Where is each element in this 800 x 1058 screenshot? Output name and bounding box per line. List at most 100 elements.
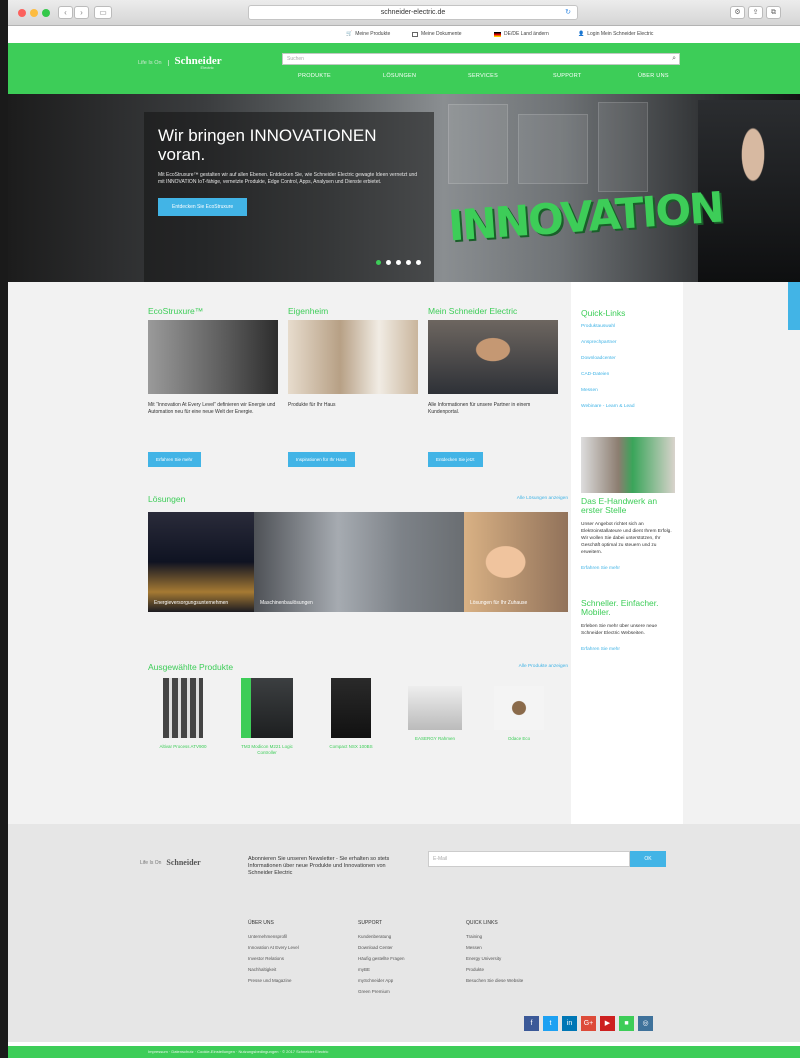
footer-link[interactable]: Unternehmensprofil (248, 934, 299, 939)
footer-link[interactable]: Innovation At Every Level (248, 945, 299, 950)
card-text: Alle Informationen für unsere Partner in… (428, 402, 531, 415)
share-icon[interactable]: ⇪ (748, 6, 763, 19)
footer-link[interactable]: Häufig gestellte Fragen (358, 956, 405, 961)
promo-link[interactable]: Erfahren Sie mehr (581, 566, 673, 571)
search-icon[interactable]: ⌕ (672, 54, 676, 64)
document-icon (412, 31, 418, 37)
solution-card[interactable]: Energieversorgungsunternehmen (148, 512, 254, 612)
product-item[interactable]: TM3 Modicon M221 Logic Controller (232, 678, 302, 756)
back-icon[interactable]: ‹ (58, 6, 73, 19)
product-item[interactable]: Odace Eco (484, 678, 554, 742)
footer-link[interactable]: myBE (358, 967, 405, 972)
search-input[interactable]: Suchen ⌕ (282, 53, 680, 65)
feedback-tab[interactable] (788, 282, 800, 330)
zoom-window-icon[interactable] (42, 9, 50, 17)
nav-item-about[interactable]: ÜBER UNS (638, 73, 723, 79)
promo-title[interactable]: Das E-Handwerk an erster Stelle (581, 497, 673, 515)
solutions-link[interactable]: Alle Lösungen anzeigen (517, 496, 568, 501)
close-window-icon[interactable] (18, 9, 26, 17)
footer-link[interactable]: Training (466, 934, 523, 939)
footer-link[interactable]: Besuchen Sie diese Website (466, 978, 523, 983)
footer-link[interactable]: Presse und Magazine (248, 978, 299, 983)
footer-link[interactable]: Investor Relations (248, 956, 299, 961)
carousel-dot[interactable] (386, 260, 391, 265)
quick-link[interactable]: Produktauswahl (581, 324, 673, 329)
reload-icon[interactable]: ↻ (565, 6, 571, 19)
footer-link[interactable]: Nachhaltigkeit (248, 967, 299, 972)
my-documents-link[interactable]: Meine Dokumente (412, 31, 462, 37)
card-button[interactable]: Inspirationen für Ihr Haus (288, 452, 355, 467)
card-button[interactable]: Erfahren Sie mehr (148, 452, 201, 467)
brand-logo[interactable]: Life Is On Schneider Electric (138, 55, 222, 70)
footer-link[interactable]: Energy University (466, 956, 523, 961)
browser-window: ‹ › ▭ schneider-electric.de ↻ ⚙ ⇪ ⧉ 🛒 Mei… (8, 0, 800, 1058)
footer-link[interactable]: Green Premium (358, 989, 405, 994)
solution-card[interactable]: Maschinenbaulösungen (254, 512, 464, 612)
twitter-icon[interactable]: t (543, 1016, 558, 1031)
footer-link[interactable]: Messen (466, 945, 523, 950)
quick-link[interactable]: Messen (581, 388, 673, 393)
address-bar[interactable]: schneider-electric.de ↻ (248, 5, 578, 20)
site-header: Life Is On Schneider Electric Suchen ⌕ P… (8, 43, 800, 94)
products-link[interactable]: Alle Produkte anzeigen (519, 664, 568, 669)
card-image[interactable] (148, 320, 278, 394)
country-selector[interactable]: DE/DE Land ändern (494, 31, 549, 37)
product-image (241, 678, 293, 738)
card-title[interactable]: Mein Schneider Electric (428, 306, 558, 316)
email-input[interactable]: E-Mail (428, 851, 630, 867)
quick-link[interactable]: Downloadcenter (581, 356, 673, 361)
card-title[interactable]: Eigenheim (288, 306, 418, 316)
carousel-dot[interactable] (406, 260, 411, 265)
product-item[interactable]: Compact NSX 100BS (316, 678, 386, 750)
footer-logo[interactable]: Life Is On Schneider (140, 858, 201, 867)
promo-title[interactable]: Schneller. Einfacher. Mobiler. (581, 599, 673, 617)
promo-image[interactable] (581, 437, 675, 493)
product-item[interactable]: Altivar Process ATV900 (148, 678, 218, 750)
footer-link[interactable]: Download Center (358, 945, 405, 950)
product-item[interactable]: EASERGY Rahmen (400, 678, 470, 742)
hero-cta-button[interactable]: Entdecken Sie EcoStruxure (158, 198, 248, 216)
youtube-icon[interactable]: ▶ (600, 1016, 615, 1031)
products-title: Ausgewählte Produkte (148, 662, 234, 672)
linkedin-icon[interactable]: in (562, 1016, 577, 1031)
product-image (494, 686, 544, 730)
instagram-icon[interactable]: ◎ (638, 1016, 653, 1031)
tabs-icon[interactable]: ⧉ (766, 6, 781, 19)
forward-icon[interactable]: › (74, 6, 89, 19)
card-image[interactable] (288, 320, 418, 394)
footer-link[interactable]: Kundenberatung (358, 934, 405, 939)
quick-link[interactable]: Webinare - Learn & Lead (581, 404, 673, 409)
facebook-icon[interactable]: f (524, 1016, 539, 1031)
card-image[interactable] (428, 320, 558, 394)
googleplus-icon[interactable]: G+ (581, 1016, 596, 1031)
cart-icon: 🛒 (346, 31, 353, 37)
quick-link[interactable]: CAD-Dateien (581, 372, 673, 377)
carousel-dot[interactable] (376, 260, 381, 265)
solution-card[interactable]: Lösungen für Ihr Zuhause (464, 512, 568, 612)
solutions-title: Lösungen (148, 494, 186, 504)
card-title[interactable]: EcoStruxure™ (148, 306, 278, 316)
footer-column: QUICK LINKS Training Messen Energy Unive… (466, 920, 524, 983)
settings-icon[interactable]: ⚙ (730, 6, 745, 19)
sidebar-icon[interactable]: ▭ (94, 6, 112, 19)
subscribe-button[interactable]: OK (630, 851, 666, 867)
nav-item-services[interactable]: SERVICES (468, 73, 553, 79)
login-link[interactable]: 👤 Login Mein Schneider Electric (578, 31, 653, 37)
nav-item-solutions[interactable]: LÖSUNGEN (383, 73, 468, 79)
my-products-link[interactable]: 🛒 Meine Produkte (346, 31, 390, 37)
card-text: Produkte für Ihr Haus (288, 402, 336, 408)
promo-text: Erleben Sie mehr über unsere neue Schnei… (581, 624, 657, 636)
footer-link[interactable]: Produkte (466, 967, 523, 972)
slideshare-icon[interactable]: ■ (619, 1016, 634, 1031)
nav-item-support[interactable]: SUPPORT (553, 73, 638, 79)
minimize-window-icon[interactable] (30, 9, 38, 17)
quick-link[interactable]: Ansprechpartner (581, 340, 673, 345)
footer-link[interactable]: mySchneider App (358, 978, 405, 983)
card-button[interactable]: Entdecken Sie jetzt (428, 452, 483, 467)
carousel-dot[interactable] (396, 260, 401, 265)
hero-banner[interactable]: INNOVATION Wir bringen INNOVATIONEN vora… (8, 94, 800, 282)
nav-item-products[interactable]: PRODUKTE (298, 73, 383, 79)
carousel-dot[interactable] (416, 260, 421, 265)
hero-panel (518, 114, 588, 184)
promo-link[interactable]: Erfahren Sie mehr (581, 647, 673, 652)
